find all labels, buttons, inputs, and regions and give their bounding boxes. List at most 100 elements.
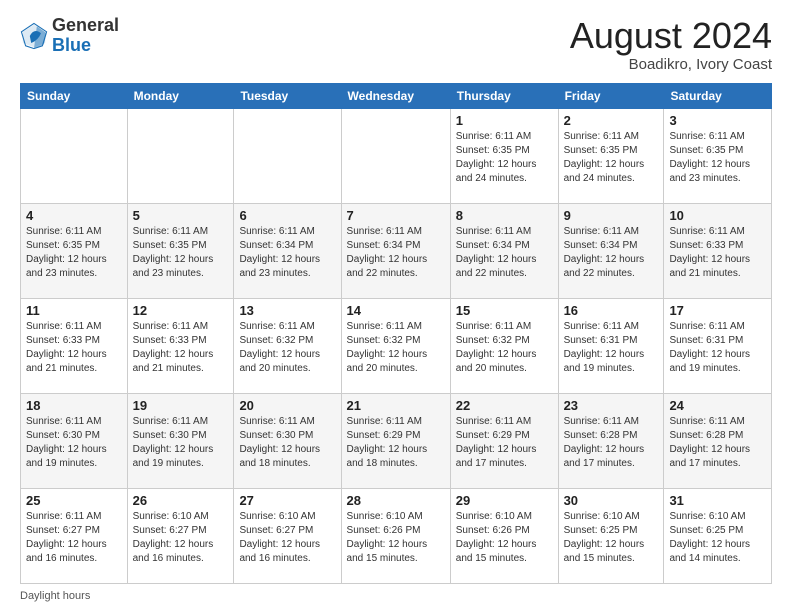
calendar-cell: 15 Sunrise: 6:11 AM Sunset: 6:32 PM Dayli… <box>450 298 558 393</box>
day-info: Sunrise: 6:11 AM Sunset: 6:31 PM Dayligh… <box>564 320 659 376</box>
day-number: 9 <box>564 208 659 223</box>
calendar-cell: 27Sunrise: 6:10 AM Sunset: 6:27 PM Dayli… <box>234 488 341 583</box>
calendar-cell: 28 Sunrise: 6:10 AM Sunset: 6:26 PM Dayli… <box>341 488 450 583</box>
day-info: Sunrise: 6:11 AM Sunset: 6:34 PM Dayligh… <box>239 225 335 281</box>
day-number: 18 <box>26 398 122 413</box>
calendar-cell: 26 Sunrise: 6:10 AM Sunset: 6:27 PM Dayli… <box>127 488 234 583</box>
calendar-cell: 7 Sunrise: 6:11 AM Sunset: 6:34 PM Daylig… <box>341 203 450 298</box>
page-header: General Blue August 2024 Boadikro, Ivory… <box>20 16 772 73</box>
day-info: Sunrise: 6:11 AM Sunset: 6:29 PM Dayligh… <box>347 415 445 471</box>
calendar-cell: 2 Sunrise: 6:11 AM Sunset: 6:35 PM Daylig… <box>558 108 664 203</box>
day-info: Sunrise: 6:11 AM Sunset: 6:32 PM Dayligh… <box>239 320 335 376</box>
calendar-cell: 25Sunrise: 6:11 AM Sunset: 6:27 PM Dayli… <box>21 488 128 583</box>
day-number: 12 <box>133 303 229 318</box>
day-header-saturday: Saturday <box>664 83 772 108</box>
day-number: 10 <box>669 208 766 223</box>
day-info: Sunrise: 6:11 AM Sunset: 6:35 PM Dayligh… <box>669 130 766 186</box>
day-info: Sunrise: 6:10 AM Sunset: 6:25 PM Dayligh… <box>564 510 659 566</box>
day-number: 27 <box>239 493 335 508</box>
day-number: 11 <box>26 303 122 318</box>
calendar-table: SundayMondayTuesdayWednesdayThursdayFrid… <box>20 83 772 584</box>
logo-blue: Blue <box>52 35 91 55</box>
day-header-wednesday: Wednesday <box>341 83 450 108</box>
day-info: Sunrise: 6:11 AM Sunset: 6:31 PM Dayligh… <box>669 320 766 376</box>
day-info: Sunrise: 6:11 AM Sunset: 6:30 PM Dayligh… <box>133 415 229 471</box>
calendar-week-row: 25Sunrise: 6:11 AM Sunset: 6:27 PM Dayli… <box>21 488 772 583</box>
calendar-cell: 16Sunrise: 6:11 AM Sunset: 6:31 PM Dayli… <box>558 298 664 393</box>
day-number: 15 <box>456 303 553 318</box>
day-number: 28 <box>347 493 445 508</box>
calendar-cell: 20 Sunrise: 6:11 AM Sunset: 6:30 PM Dayli… <box>234 393 341 488</box>
calendar-cell: 17Sunrise: 6:11 AM Sunset: 6:31 PM Dayli… <box>664 298 772 393</box>
day-info: Sunrise: 6:11 AM Sunset: 6:34 PM Dayligh… <box>347 225 445 281</box>
calendar-header-row: SundayMondayTuesdayWednesdayThursdayFrid… <box>21 83 772 108</box>
day-number: 20 <box>239 398 335 413</box>
day-number: 4 <box>26 208 122 223</box>
calendar-cell <box>21 108 128 203</box>
day-info: Sunrise: 6:11 AM Sunset: 6:35 PM Dayligh… <box>26 225 122 281</box>
month-year: August 2024 <box>570 16 772 56</box>
day-number: 30 <box>564 493 659 508</box>
location: Boadikro, Ivory Coast <box>570 56 772 73</box>
logo-icon <box>20 22 48 50</box>
calendar-cell: 23Sunrise: 6:11 AM Sunset: 6:28 PM Dayli… <box>558 393 664 488</box>
day-header-friday: Friday <box>558 83 664 108</box>
calendar-cell: 4 Sunrise: 6:11 AM Sunset: 6:35 PM Daylig… <box>21 203 128 298</box>
day-info: Sunrise: 6:10 AM Sunset: 6:25 PM Dayligh… <box>669 510 766 566</box>
day-number: 24 <box>669 398 766 413</box>
calendar-cell: 21 Sunrise: 6:11 AM Sunset: 6:29 PM Dayli… <box>341 393 450 488</box>
calendar-cell: 5 Sunrise: 6:11 AM Sunset: 6:35 PM Daylig… <box>127 203 234 298</box>
title-block: August 2024 Boadikro, Ivory Coast <box>570 16 772 73</box>
logo-general: General <box>52 15 119 35</box>
footer: Daylight hours <box>20 590 772 602</box>
day-info: Sunrise: 6:11 AM Sunset: 6:32 PM Dayligh… <box>347 320 445 376</box>
day-info: Sunrise: 6:10 AM Sunset: 6:27 PM Dayligh… <box>133 510 229 566</box>
calendar-cell: 29Sunrise: 6:10 AM Sunset: 6:26 PM Dayli… <box>450 488 558 583</box>
calendar-cell: 3Sunrise: 6:11 AM Sunset: 6:35 PM Daylig… <box>664 108 772 203</box>
calendar-cell: 1 Sunrise: 6:11 AM Sunset: 6:35 PM Daylig… <box>450 108 558 203</box>
day-number: 22 <box>456 398 553 413</box>
logo-text: General Blue <box>52 16 119 56</box>
day-number: 7 <box>347 208 445 223</box>
calendar-week-row: 1 Sunrise: 6:11 AM Sunset: 6:35 PM Daylig… <box>21 108 772 203</box>
day-info: Sunrise: 6:11 AM Sunset: 6:35 PM Dayligh… <box>456 130 553 186</box>
day-info: Sunrise: 6:11 AM Sunset: 6:30 PM Dayligh… <box>26 415 122 471</box>
day-number: 1 <box>456 113 553 128</box>
calendar-week-row: 4 Sunrise: 6:11 AM Sunset: 6:35 PM Daylig… <box>21 203 772 298</box>
day-info: Sunrise: 6:11 AM Sunset: 6:30 PM Dayligh… <box>239 415 335 471</box>
calendar-cell: 22 Sunrise: 6:11 AM Sunset: 6:29 PM Dayli… <box>450 393 558 488</box>
calendar-cell: 9Sunrise: 6:11 AM Sunset: 6:34 PM Daylig… <box>558 203 664 298</box>
calendar-week-row: 11 Sunrise: 6:11 AM Sunset: 6:33 PM Dayli… <box>21 298 772 393</box>
day-header-monday: Monday <box>127 83 234 108</box>
day-number: 2 <box>564 113 659 128</box>
day-number: 21 <box>347 398 445 413</box>
calendar-cell: 10 Sunrise: 6:11 AM Sunset: 6:33 PM Dayli… <box>664 203 772 298</box>
calendar-cell: 11Sunrise: 6:11 AM Sunset: 6:33 PM Dayli… <box>21 298 128 393</box>
calendar-cell: 30 Sunrise: 6:10 AM Sunset: 6:25 PM Dayli… <box>558 488 664 583</box>
day-info: Sunrise: 6:11 AM Sunset: 6:32 PM Dayligh… <box>456 320 553 376</box>
calendar-cell: 6 Sunrise: 6:11 AM Sunset: 6:34 PM Daylig… <box>234 203 341 298</box>
calendar-cell: 14Sunrise: 6:11 AM Sunset: 6:32 PM Dayli… <box>341 298 450 393</box>
calendar-cell: 8 Sunrise: 6:11 AM Sunset: 6:34 PM Daylig… <box>450 203 558 298</box>
day-info: Sunrise: 6:10 AM Sunset: 6:26 PM Dayligh… <box>347 510 445 566</box>
calendar-cell <box>234 108 341 203</box>
calendar-cell: 24 Sunrise: 6:11 AM Sunset: 6:28 PM Dayli… <box>664 393 772 488</box>
day-number: 26 <box>133 493 229 508</box>
day-info: Sunrise: 6:11 AM Sunset: 6:33 PM Dayligh… <box>133 320 229 376</box>
day-info: Sunrise: 6:11 AM Sunset: 6:34 PM Dayligh… <box>456 225 553 281</box>
day-info: Sunrise: 6:11 AM Sunset: 6:29 PM Dayligh… <box>456 415 553 471</box>
day-number: 31 <box>669 493 766 508</box>
day-info: Sunrise: 6:11 AM Sunset: 6:33 PM Dayligh… <box>669 225 766 281</box>
day-info: Sunrise: 6:11 AM Sunset: 6:35 PM Dayligh… <box>133 225 229 281</box>
day-info: Sunrise: 6:11 AM Sunset: 6:28 PM Dayligh… <box>669 415 766 471</box>
day-number: 29 <box>456 493 553 508</box>
day-number: 5 <box>133 208 229 223</box>
calendar-week-row: 18 Sunrise: 6:11 AM Sunset: 6:30 PM Dayli… <box>21 393 772 488</box>
calendar-cell: 19 Sunrise: 6:11 AM Sunset: 6:30 PM Dayli… <box>127 393 234 488</box>
day-number: 8 <box>456 208 553 223</box>
calendar-cell: 12 Sunrise: 6:11 AM Sunset: 6:33 PM Dayli… <box>127 298 234 393</box>
day-header-tuesday: Tuesday <box>234 83 341 108</box>
day-number: 19 <box>133 398 229 413</box>
day-number: 6 <box>239 208 335 223</box>
day-info: Sunrise: 6:11 AM Sunset: 6:35 PM Dayligh… <box>564 130 659 186</box>
